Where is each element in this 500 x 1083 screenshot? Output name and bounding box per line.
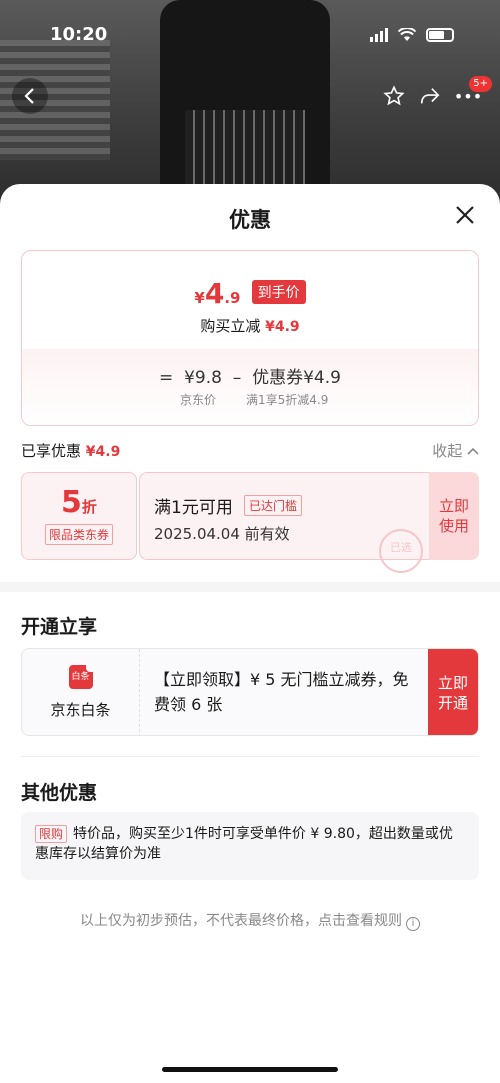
purchase-reduction: 购买立减 ¥4.9 <box>200 317 300 335</box>
coupon-rule-label: 满1享5折减4.9 <box>246 393 329 407</box>
threshold-reached-badge: 已达门槛 <box>244 495 303 516</box>
selected-stamp: 已选 <box>379 529 423 573</box>
status-time: 10:20 <box>50 24 108 45</box>
discount-sheet: 优惠 ¥4.9 到手价 购买立减 ¥4.9 = ¥9.8 – 优惠券¥4.9 京… <box>0 184 500 1083</box>
favorite-button[interactable] <box>376 78 412 114</box>
status-bar: 10:20 <box>0 24 500 50</box>
coupon-details: 满1元可用 已达门槛 2025.04.04 前有效 已选 <box>139 472 429 573</box>
enjoyed-discount: 已享优惠 ¥4.9 <box>21 442 121 460</box>
battery-icon <box>426 28 454 42</box>
final-price: ¥4.9 到手价 <box>22 277 478 310</box>
baitiao-offer-text: 【立即领取】¥ 5 无门槛立减券，免费领 6 张 <box>154 670 409 714</box>
original-price-label: 京东价 <box>180 393 217 407</box>
coupon-card: 5折 限品类东券 满1元可用 已达门槛 2025.04.04 前有效 已选 立即… <box>21 472 479 573</box>
home-indicator <box>162 1067 338 1072</box>
cellular-signal-icon <box>370 28 388 42</box>
star-icon <box>383 85 405 106</box>
other-section-title: 其他优惠 <box>21 782 98 804</box>
coupon-condition: 满1元可用 <box>154 498 233 518</box>
coupon-category: 限品类东券 <box>44 524 113 545</box>
purchase-limit-info: 限购 特价品，购买至少1件时可享受单件价 ¥ 9.80，超出数量或优惠库存以结算价… <box>21 812 479 880</box>
collapse-toggle[interactable]: 收起 <box>432 440 479 461</box>
wifi-icon <box>398 28 416 41</box>
final-price-tag: 到手价 <box>251 280 306 304</box>
baitiao-brand: 白条 京东白条 <box>22 649 140 735</box>
purchase-limit-tag: 限购 <box>35 825 68 843</box>
info-icon: i <box>406 917 420 931</box>
back-button[interactable] <box>12 78 48 114</box>
message-badge: 5+ <box>469 76 492 92</box>
share-button[interactable] <box>412 78 448 114</box>
estimate-disclaimer[interactable]: 以上仅为初步预估，不代表最终价格，点击查看规则 i <box>0 910 500 931</box>
original-price: ¥9.8 <box>184 368 222 388</box>
baitiao-name: 京东白条 <box>50 701 111 719</box>
share-icon <box>420 88 440 104</box>
activate-baitiao-button[interactable]: 立即开通 <box>428 649 478 735</box>
plaid-skirt <box>185 110 305 190</box>
coupon-amount: ¥4.9 <box>303 368 341 388</box>
baitiao-logo-icon: 白条 <box>68 665 93 689</box>
baitiao-offer-card: 白条 京东白条 【立即领取】¥ 5 无门槛立减券，免费领 6 张 立即开通 <box>21 648 479 736</box>
open-section-title: 开通立享 <box>21 616 98 638</box>
coupon-discount: 5折 限品类东券 <box>21 472 137 560</box>
chevron-left-icon <box>24 88 34 104</box>
section-divider <box>0 582 500 592</box>
divider-line <box>21 756 479 757</box>
chevron-up-icon <box>467 447 479 455</box>
final-price-card: ¥4.9 到手价 购买立减 ¥4.9 = ¥9.8 – 优惠券¥4.9 京东价 … <box>21 250 479 426</box>
sheet-title: 优惠 <box>229 208 271 232</box>
close-icon[interactable] <box>452 202 478 228</box>
purchase-limit-text: 特价品，购买至少1件时可享受单件价 ¥ 9.80，超出数量或优惠库存以结算价为准 <box>35 826 453 862</box>
price-formula: = ¥9.8 – 优惠券¥4.9 京东价 满1享5折减4.9 <box>22 349 478 425</box>
use-coupon-button[interactable]: 立即使用 <box>429 472 479 560</box>
coupon-expiry: 2025.04.04 前有效 <box>154 525 290 543</box>
